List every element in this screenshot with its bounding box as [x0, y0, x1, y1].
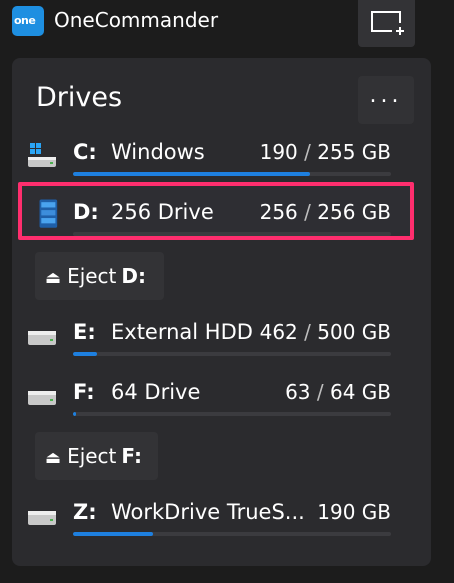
usage-bar — [73, 232, 391, 236]
eject-drive-letter: D: — [121, 264, 147, 288]
drive-letter: Z: — [73, 500, 97, 524]
drive-used: 462 — [259, 320, 298, 344]
usage-bar-fill — [73, 352, 97, 356]
usage-bar — [73, 412, 391, 416]
drive-used: 63 — [285, 380, 311, 404]
drive-name: External HDD — [111, 320, 253, 344]
drive-usage: 256 / 256 GB — [260, 200, 391, 224]
drive-usage: 462 / 500 GB — [260, 320, 391, 344]
usage-bar-fill — [73, 172, 310, 176]
drive-used: 190 — [259, 140, 298, 164]
drive-used: 190 GB — [317, 500, 391, 524]
drive-row-e[interactable]: E: External HDD 462 / 500 GB — [22, 318, 407, 370]
app-logo-icon: one — [12, 6, 44, 36]
drive-row-z[interactable]: Z: WorkDrive TrueS... 190 GB — [22, 498, 407, 550]
eject-icon: ⏏ — [45, 268, 62, 288]
drive-separator: / — [297, 140, 318, 164]
usage-bar-fill — [73, 232, 391, 236]
usage-bar-fill — [73, 532, 153, 536]
hdd-icon — [28, 511, 56, 525]
removable-drive-icon — [39, 199, 58, 228]
app-logo-text: one — [14, 14, 36, 27]
new-window-button[interactable] — [358, 0, 415, 47]
drive-total: 256 GB — [317, 200, 391, 224]
drive-name: 256 Drive — [111, 200, 214, 224]
drive-letter: D: — [73, 200, 99, 224]
eject-label: Eject — [67, 444, 117, 468]
drive-row-c[interactable]: C: Windows 190 / 255 GB — [22, 138, 407, 190]
new-window-icon — [371, 11, 404, 35]
drive-letter: F: — [73, 380, 95, 404]
windows-drive-icon — [28, 143, 56, 167]
eject-drive-letter: F: — [121, 444, 142, 468]
title-bar: one OneCommander — [0, 0, 454, 50]
eject-label: Eject — [67, 264, 117, 288]
drive-name: Windows — [111, 140, 205, 164]
drive-row-f[interactable]: F: 64 Drive 63 / 64 GB — [22, 378, 407, 430]
drive-usage: 63 / 64 GB — [285, 380, 391, 404]
drives-panel: Drives ... — [12, 58, 431, 566]
usage-bar — [73, 352, 391, 356]
drive-usage: 190 / 255 GB — [260, 140, 391, 164]
drive-name: WorkDrive TrueS... — [111, 500, 305, 524]
drive-usage: 190 GB — [317, 500, 391, 524]
drive-total: 64 GB — [329, 380, 391, 404]
app-title: OneCommander — [54, 8, 219, 32]
more-options-button[interactable]: ... — [358, 76, 414, 124]
eject-f-button[interactable]: ⏏ Eject F: — [35, 432, 158, 480]
usage-bar — [73, 172, 391, 176]
drive-separator: / — [297, 200, 318, 224]
drive-separator: / — [310, 380, 330, 404]
usage-bar — [73, 532, 391, 536]
hdd-icon — [28, 391, 56, 405]
drive-separator: / — [297, 320, 318, 344]
drive-total: 255 GB — [317, 140, 391, 164]
drive-row-d[interactable]: D: 256 Drive 256 / 256 GB — [22, 198, 407, 250]
drive-name: 64 Drive — [111, 380, 201, 404]
drive-letter: C: — [73, 140, 97, 164]
drive-letter: E: — [73, 320, 96, 344]
eject-d-button[interactable]: ⏏ Eject D: — [35, 252, 164, 300]
panel-title: Drives — [36, 82, 123, 113]
drive-total: 500 GB — [317, 320, 391, 344]
eject-icon: ⏏ — [45, 448, 62, 468]
hdd-icon — [28, 331, 56, 345]
drive-used: 256 — [259, 200, 298, 224]
usage-bar-fill — [73, 412, 77, 416]
